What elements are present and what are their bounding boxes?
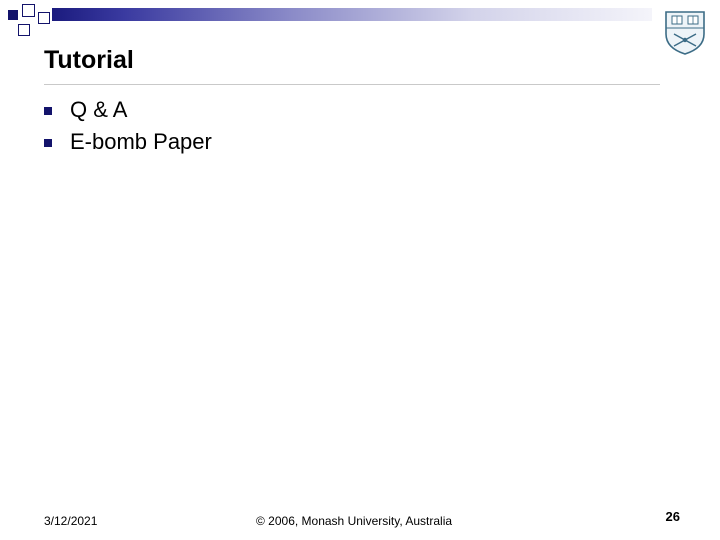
footer-copyright: © 2006, Monash University, Australia [256, 514, 453, 528]
bullet-text: E-bomb Paper [70, 129, 212, 154]
decorative-square-outline [18, 24, 30, 36]
square-bullet-icon [44, 139, 52, 147]
page-number: 26 [665, 509, 680, 524]
footer-date: 3/12/2021 [44, 514, 98, 528]
decorative-square-outline [22, 4, 35, 17]
bullet-text: Q & A [70, 97, 128, 122]
bullet-list: Q & A E-bomb Paper [44, 94, 212, 158]
title-divider [44, 84, 660, 85]
monash-university-crest-icon [665, 11, 705, 55]
header-gradient-bar [52, 8, 652, 21]
bullet-item: E-bomb Paper [44, 126, 212, 158]
slide-title: Tutorial [44, 46, 134, 74]
square-bullet-icon [44, 107, 52, 115]
decorative-square-outline [38, 12, 50, 24]
decorative-square-filled [8, 10, 18, 20]
bullet-item: Q & A [44, 94, 212, 126]
